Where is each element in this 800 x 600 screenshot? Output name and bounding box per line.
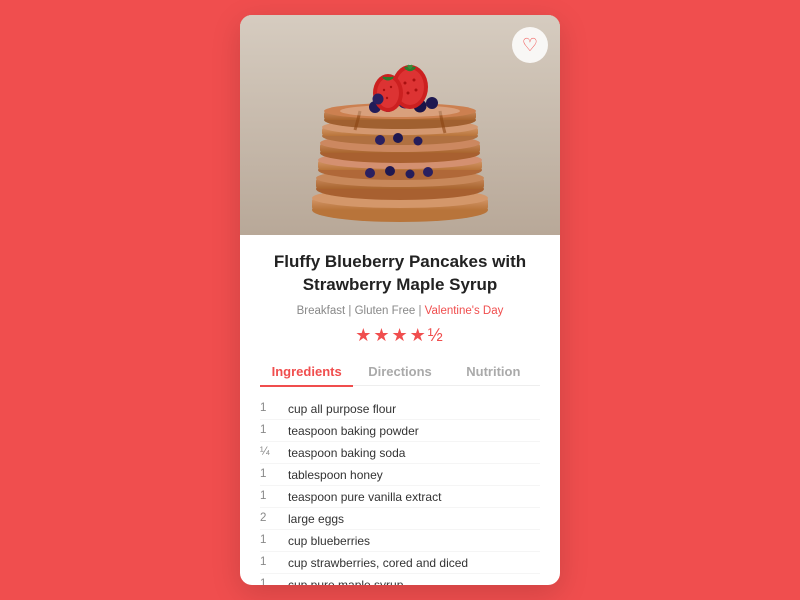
star-1: ★	[355, 325, 373, 345]
tab-ingredients[interactable]: Ingredients	[260, 358, 353, 387]
tag-highlight: Valentine's Day	[425, 305, 504, 317]
ingredient-name: tablespoon honey	[288, 468, 383, 482]
ingredient-name: cup strawberries, cored and diced	[288, 556, 468, 570]
heart-icon: ♡	[522, 35, 538, 56]
recipe-image-wrapper: ♡	[240, 15, 560, 235]
ingredient-name: cup all purpose flour	[288, 402, 396, 416]
ingredient-name: teaspoon baking powder	[288, 424, 419, 438]
star-3: ★	[391, 325, 409, 345]
favorite-button[interactable]: ♡	[512, 27, 548, 63]
ingredient-qty: 1	[260, 402, 278, 416]
star-rating: ★★★★½	[260, 325, 540, 346]
ingredient-qty: 1	[260, 556, 278, 570]
ingredient-item: 1 tablespoon honey	[260, 464, 540, 486]
ingredient-item: 1 teaspoon baking powder	[260, 420, 540, 442]
ingredient-name: cup blueberries	[288, 534, 370, 548]
ingredient-item: 1 cup blueberries	[260, 530, 540, 552]
star-half: ½	[428, 325, 445, 345]
recipe-tabs: Ingredients Directions Nutrition	[260, 358, 540, 387]
ingredient-name: large eggs	[288, 512, 344, 526]
tag-text: Breakfast | Gluten Free |	[297, 305, 425, 317]
ingredients-list: 1 cup all purpose flour 1 teaspoon baking p…	[260, 398, 540, 585]
ingredient-item: 1 cup strawberries, cored and diced	[260, 552, 540, 574]
ingredient-name: cup pure maple syrup	[288, 578, 403, 585]
tab-directions[interactable]: Directions	[353, 358, 446, 387]
card-body: Fluffy Blueberry Pancakes with Strawberr…	[240, 235, 560, 585]
ingredient-name: teaspoon pure vanilla extract	[288, 490, 441, 504]
ingredient-item: ¼ teaspoon baking soda	[260, 442, 540, 464]
ingredient-name: teaspoon baking soda	[288, 446, 405, 460]
ingredient-item: 2 large eggs	[260, 508, 540, 530]
star-4: ★	[410, 325, 428, 345]
ingredient-item: 1 teaspoon pure vanilla extract	[260, 486, 540, 508]
ingredient-qty: 1	[260, 490, 278, 504]
star-2: ★	[373, 325, 391, 345]
recipe-tags: Breakfast | Gluten Free | Valentine's Da…	[260, 305, 540, 317]
recipe-title: Fluffy Blueberry Pancakes with Strawberr…	[260, 251, 540, 297]
ingredient-item: 1 cup all purpose flour	[260, 398, 540, 420]
ingredient-qty: 2	[260, 512, 278, 526]
ingredient-qty: ¼	[260, 446, 278, 460]
ingredient-item: 1 cup pure maple syrup	[260, 574, 540, 585]
tab-nutrition[interactable]: Nutrition	[447, 358, 540, 387]
ingredient-qty: 1	[260, 468, 278, 482]
ingredient-qty: 1	[260, 424, 278, 438]
ingredient-qty: 1	[260, 578, 278, 585]
ingredient-qty: 1	[260, 534, 278, 548]
recipe-card: ♡ Fluffy Blueberry Pancakes with Strawbe…	[240, 15, 560, 585]
